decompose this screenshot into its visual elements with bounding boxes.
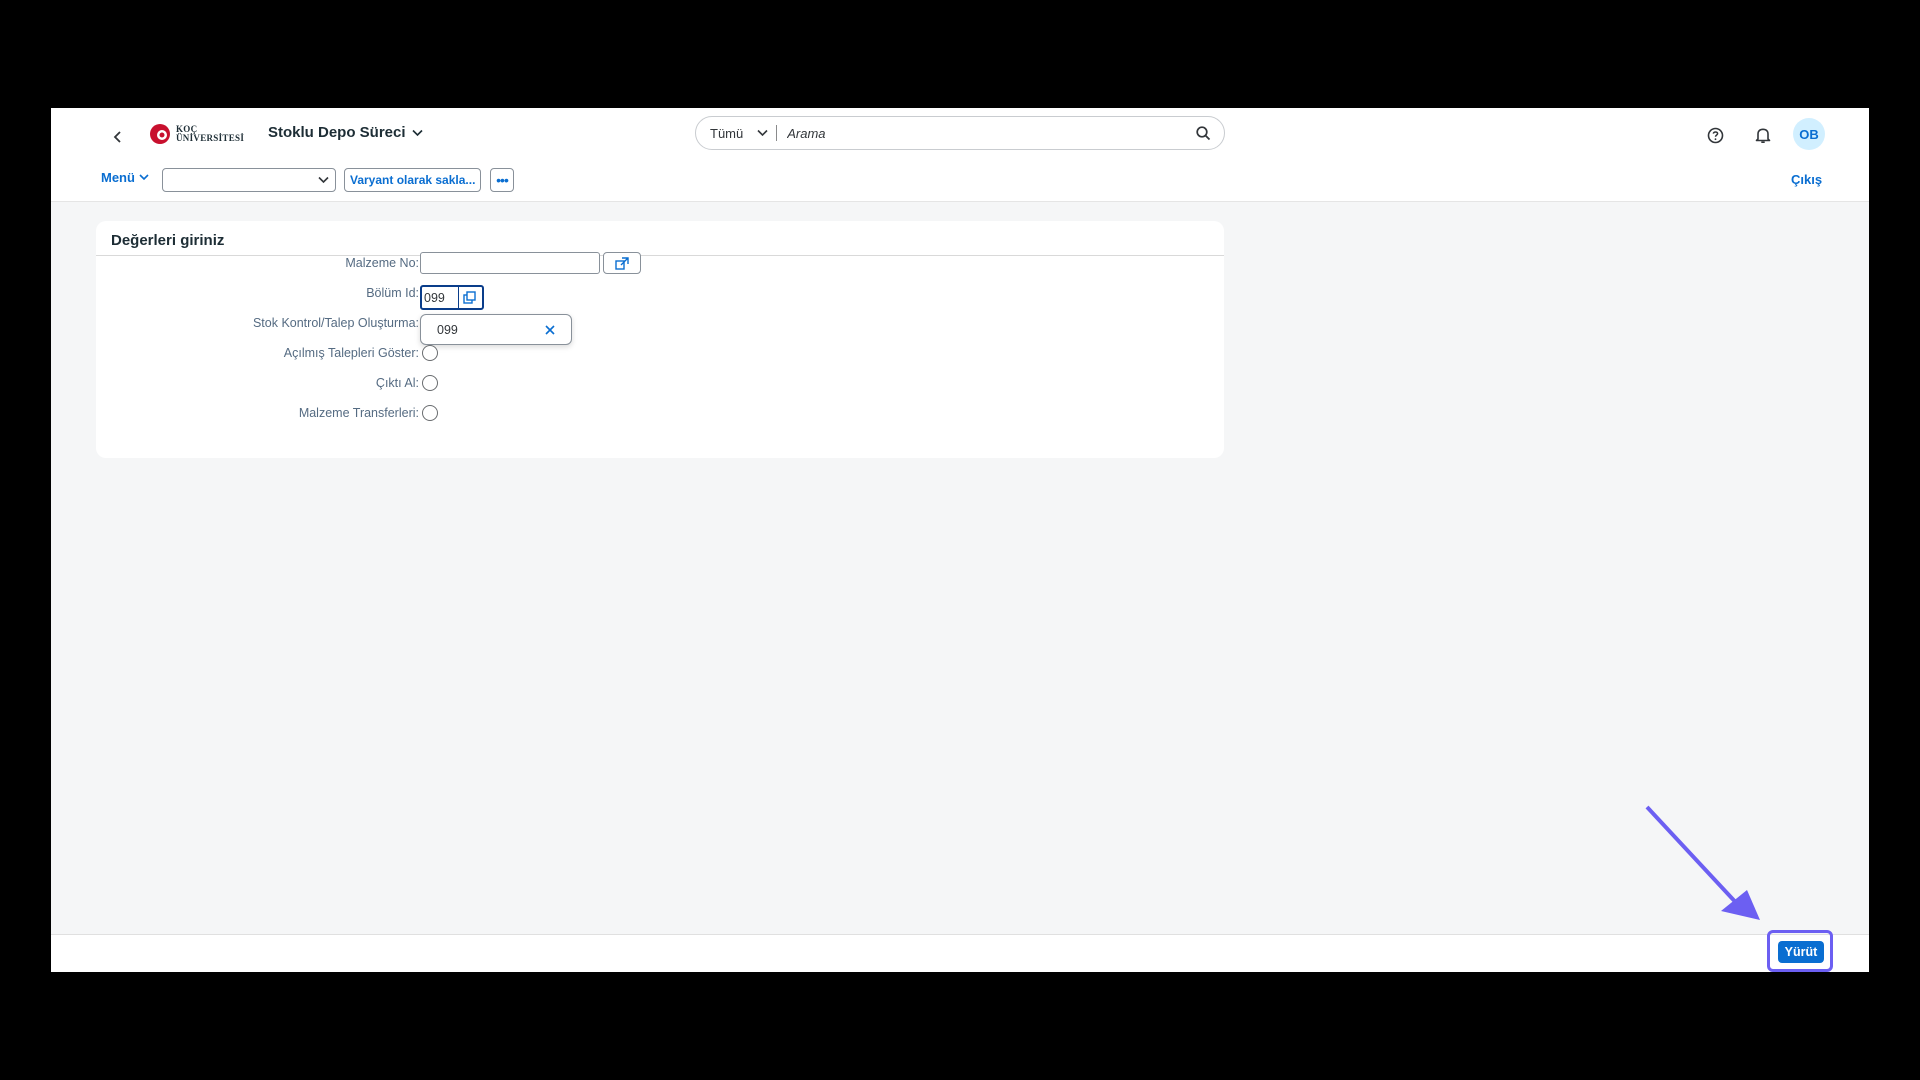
shell-header: KOÇ ÜNİVERSİTESİ Stoklu Depo Süreci Tümü xyxy=(51,108,1869,202)
help-icon xyxy=(1707,127,1723,143)
department-id-token-popup: 099 xyxy=(420,314,572,345)
material-no-value-help-button[interactable] xyxy=(603,252,641,274)
app-title: Stoklu Depo Süreci xyxy=(268,124,406,141)
more-options-button[interactable]: ••• xyxy=(490,168,514,192)
back-button[interactable] xyxy=(103,122,133,152)
save-as-variant-button[interactable]: Varyant olarak sakla... xyxy=(344,168,482,192)
logo-text: KOÇ ÜNİVERSİTESİ xyxy=(176,124,245,143)
menu-button[interactable]: Menü xyxy=(101,170,149,185)
form-title-divider xyxy=(96,255,1224,256)
notifications-button[interactable] xyxy=(1751,123,1775,147)
search-scope-label: Tümü xyxy=(710,125,744,141)
koc-university-logo: KOÇ ÜNİVERSİTESİ xyxy=(148,122,244,146)
field-label-material-no: Malzeme No: xyxy=(345,256,419,270)
footer-bar xyxy=(51,934,1869,972)
user-avatar[interactable]: OB xyxy=(1793,118,1825,150)
variant-select[interactable] xyxy=(162,168,336,192)
selection-form-card: Değerleri giriniz Malzeme No: Bölüm Id: … xyxy=(96,221,1224,458)
field-label-show-open-requests: Açılmış Talepleri Göster: xyxy=(283,346,419,360)
help-button[interactable] xyxy=(1703,123,1727,147)
material-no-input[interactable] xyxy=(420,252,600,274)
external-link-icon xyxy=(615,256,629,270)
show-open-requests-radio[interactable] xyxy=(422,345,438,361)
search-button[interactable] xyxy=(1188,118,1218,148)
material-transfers-radio[interactable] xyxy=(422,405,438,421)
department-id-value-help-button[interactable] xyxy=(458,287,480,308)
form-title: Değerleri giriniz xyxy=(111,232,225,249)
department-id-field xyxy=(420,285,484,310)
chevron-down-icon xyxy=(411,129,423,136)
token-value: 099 xyxy=(437,322,458,337)
search-bar: Tümü xyxy=(695,116,1225,150)
close-icon[interactable] xyxy=(545,322,555,338)
copy-icon xyxy=(463,291,476,304)
search-input[interactable] xyxy=(777,125,1188,141)
search-icon xyxy=(1195,125,1210,140)
app-title-menu[interactable]: Stoklu Depo Süreci xyxy=(268,124,423,141)
field-label-stock-control: Stok Kontrol/Talep Oluşturma: xyxy=(252,316,419,330)
department-id-input[interactable] xyxy=(422,287,458,308)
chevron-down-icon xyxy=(757,129,768,137)
chevron-down-icon xyxy=(139,174,149,181)
app-window: KOÇ ÜNİVERSİTESİ Stoklu Depo Süreci Tümü xyxy=(51,108,1869,972)
menu-label: Menü xyxy=(101,170,135,185)
chevron-left-icon xyxy=(113,131,121,143)
run-button[interactable]: Yürüt xyxy=(1778,941,1824,963)
chevron-down-icon xyxy=(318,176,329,184)
field-label-material-transfers: Malzeme Transferleri: xyxy=(298,406,419,420)
print-output-radio[interactable] xyxy=(422,375,438,391)
field-label-print-output: Çıktı Al: xyxy=(375,376,419,390)
exit-link[interactable]: Çıkış xyxy=(1791,172,1822,187)
logo-mark-icon xyxy=(150,124,170,144)
field-label-department-id: Bölüm Id: xyxy=(366,286,419,300)
bell-icon xyxy=(1755,128,1771,143)
search-scope-select[interactable]: Tümü xyxy=(696,126,776,141)
